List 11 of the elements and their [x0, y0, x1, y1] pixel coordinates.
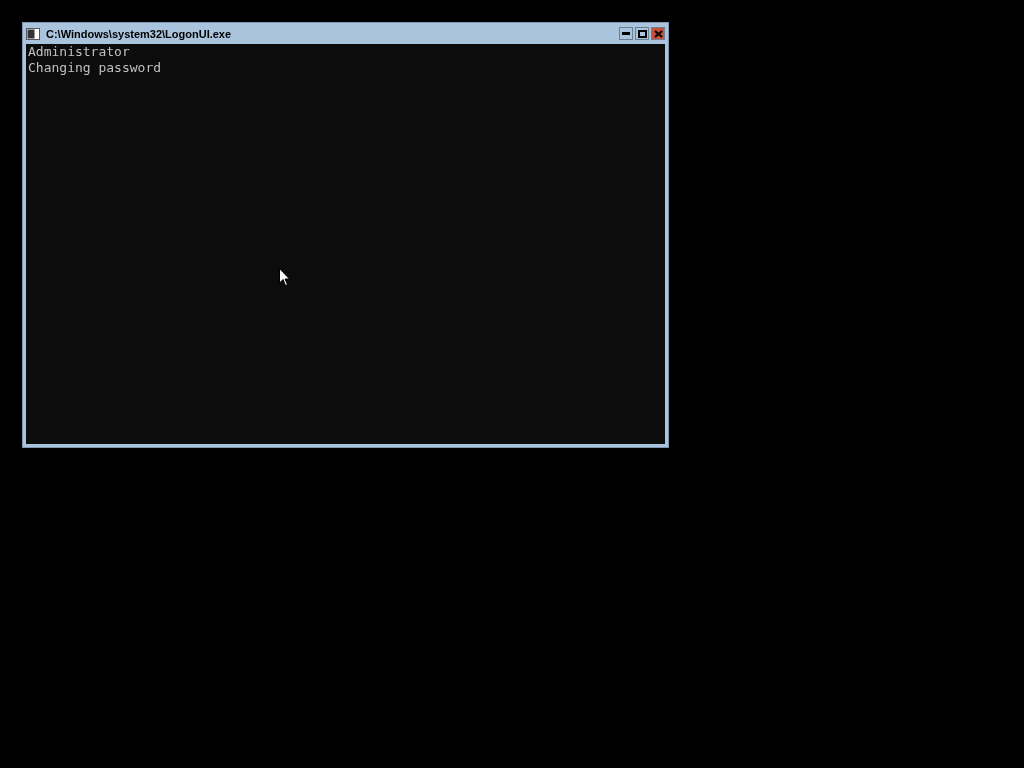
close-icon: [653, 29, 663, 38]
close-button[interactable]: [651, 27, 665, 40]
window-title: C:\Windows\system32\LogonUI.exe: [46, 27, 232, 40]
console-line: Administrator: [28, 44, 131, 60]
console-line: Changing password: [28, 60, 163, 76]
minimize-button[interactable]: [619, 27, 633, 40]
mouse-cursor-icon: [279, 268, 291, 288]
minimize-icon: [622, 32, 630, 35]
console-app-icon: [26, 27, 40, 40]
maximize-button[interactable]: [635, 27, 649, 40]
maximize-icon: [637, 29, 647, 38]
